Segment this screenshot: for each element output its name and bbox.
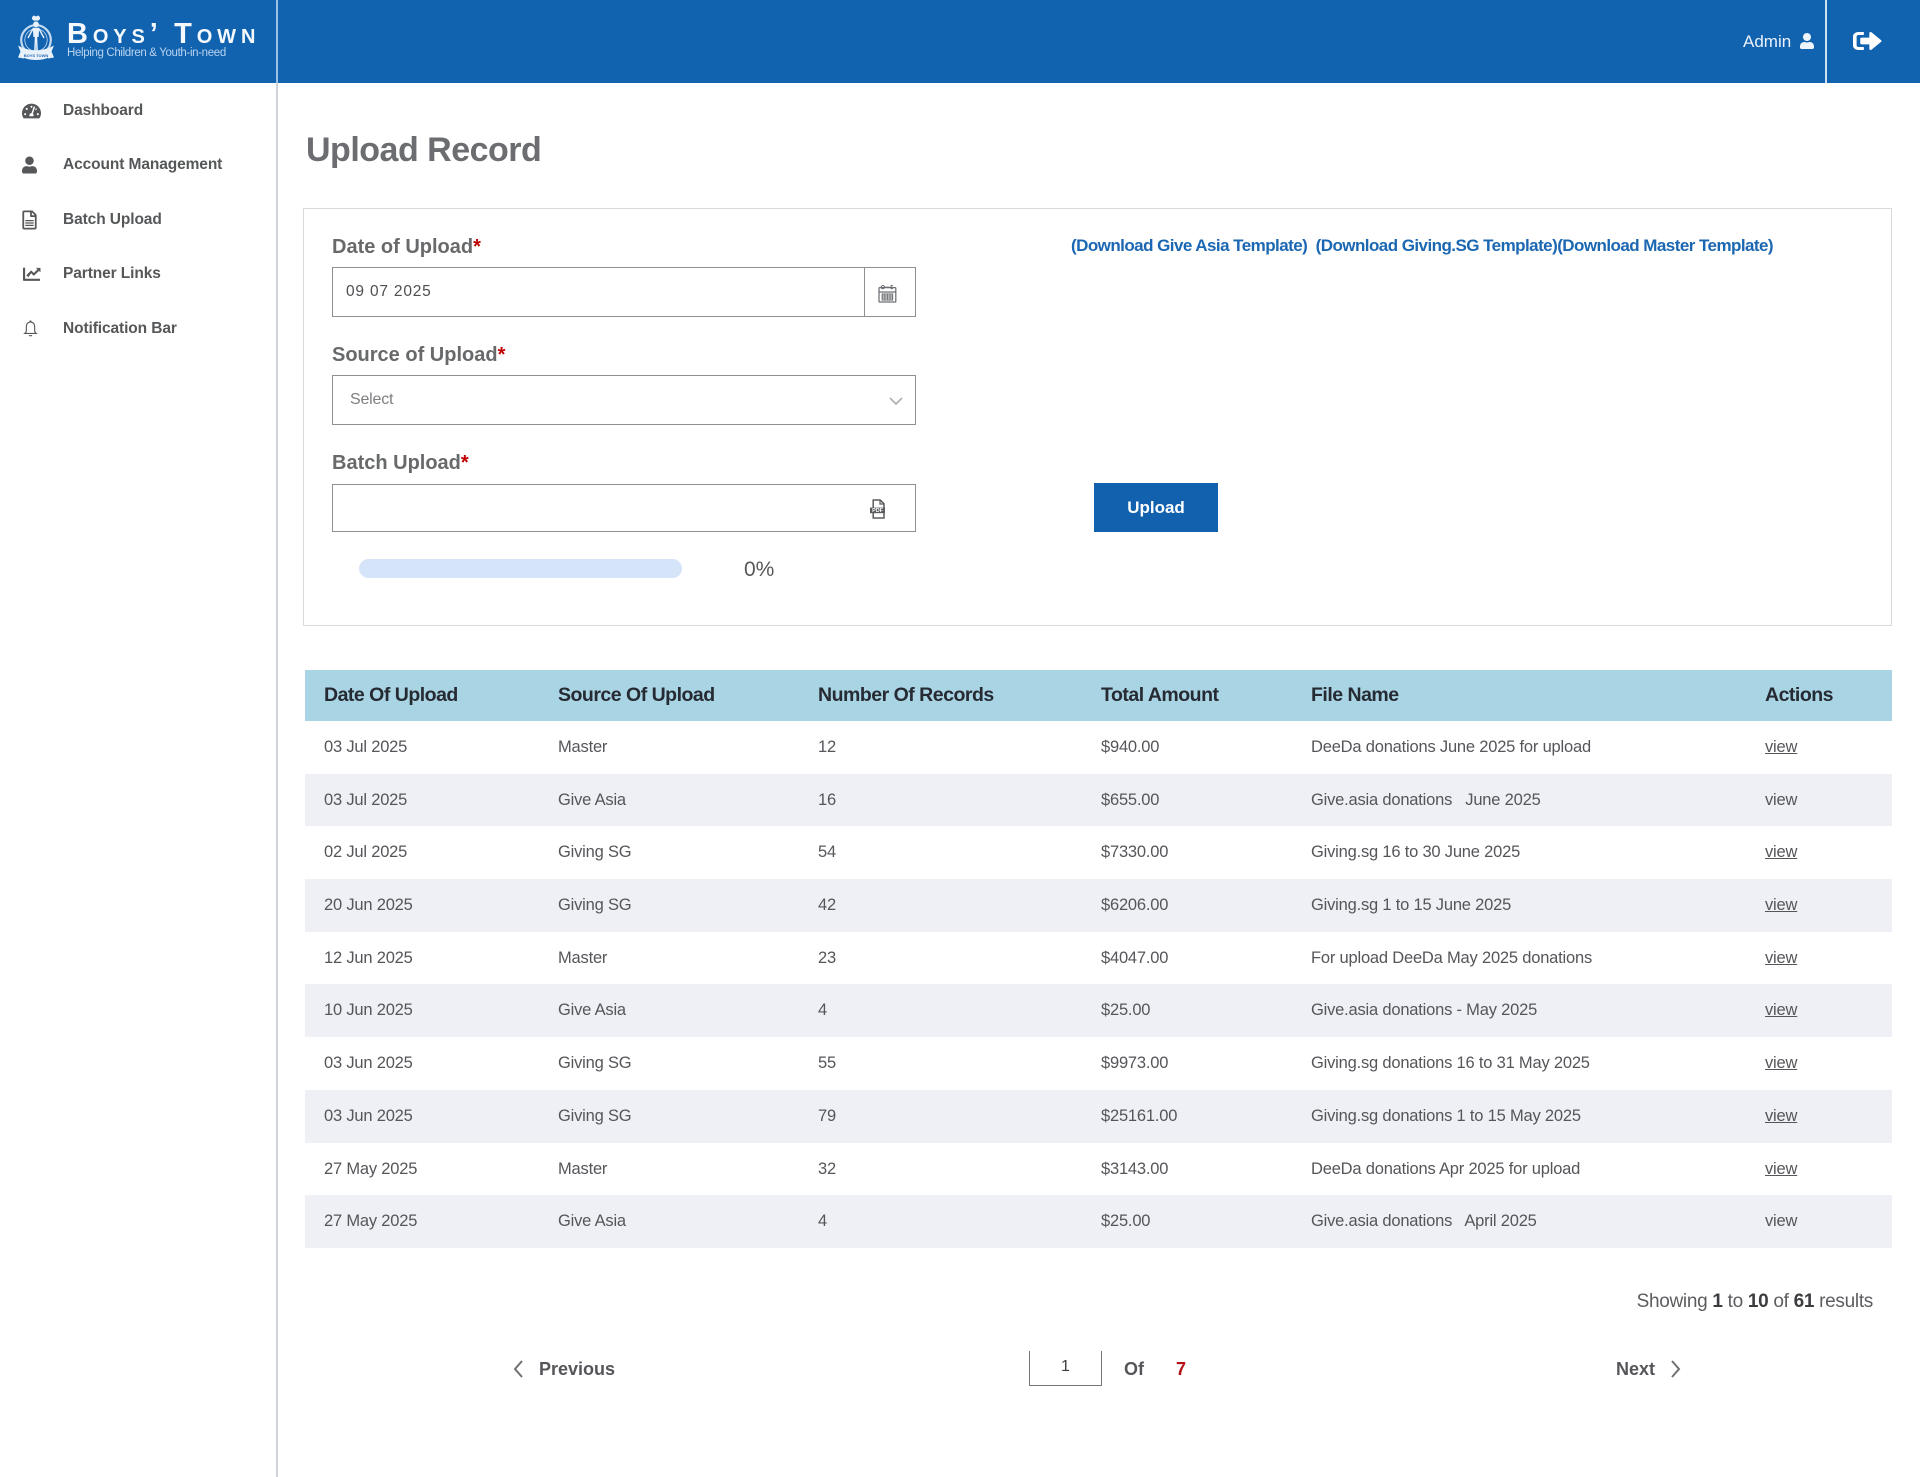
svg-text:PDF: PDF	[872, 508, 883, 514]
svg-text:BOYS TOWN: BOYS TOWN	[24, 53, 49, 58]
